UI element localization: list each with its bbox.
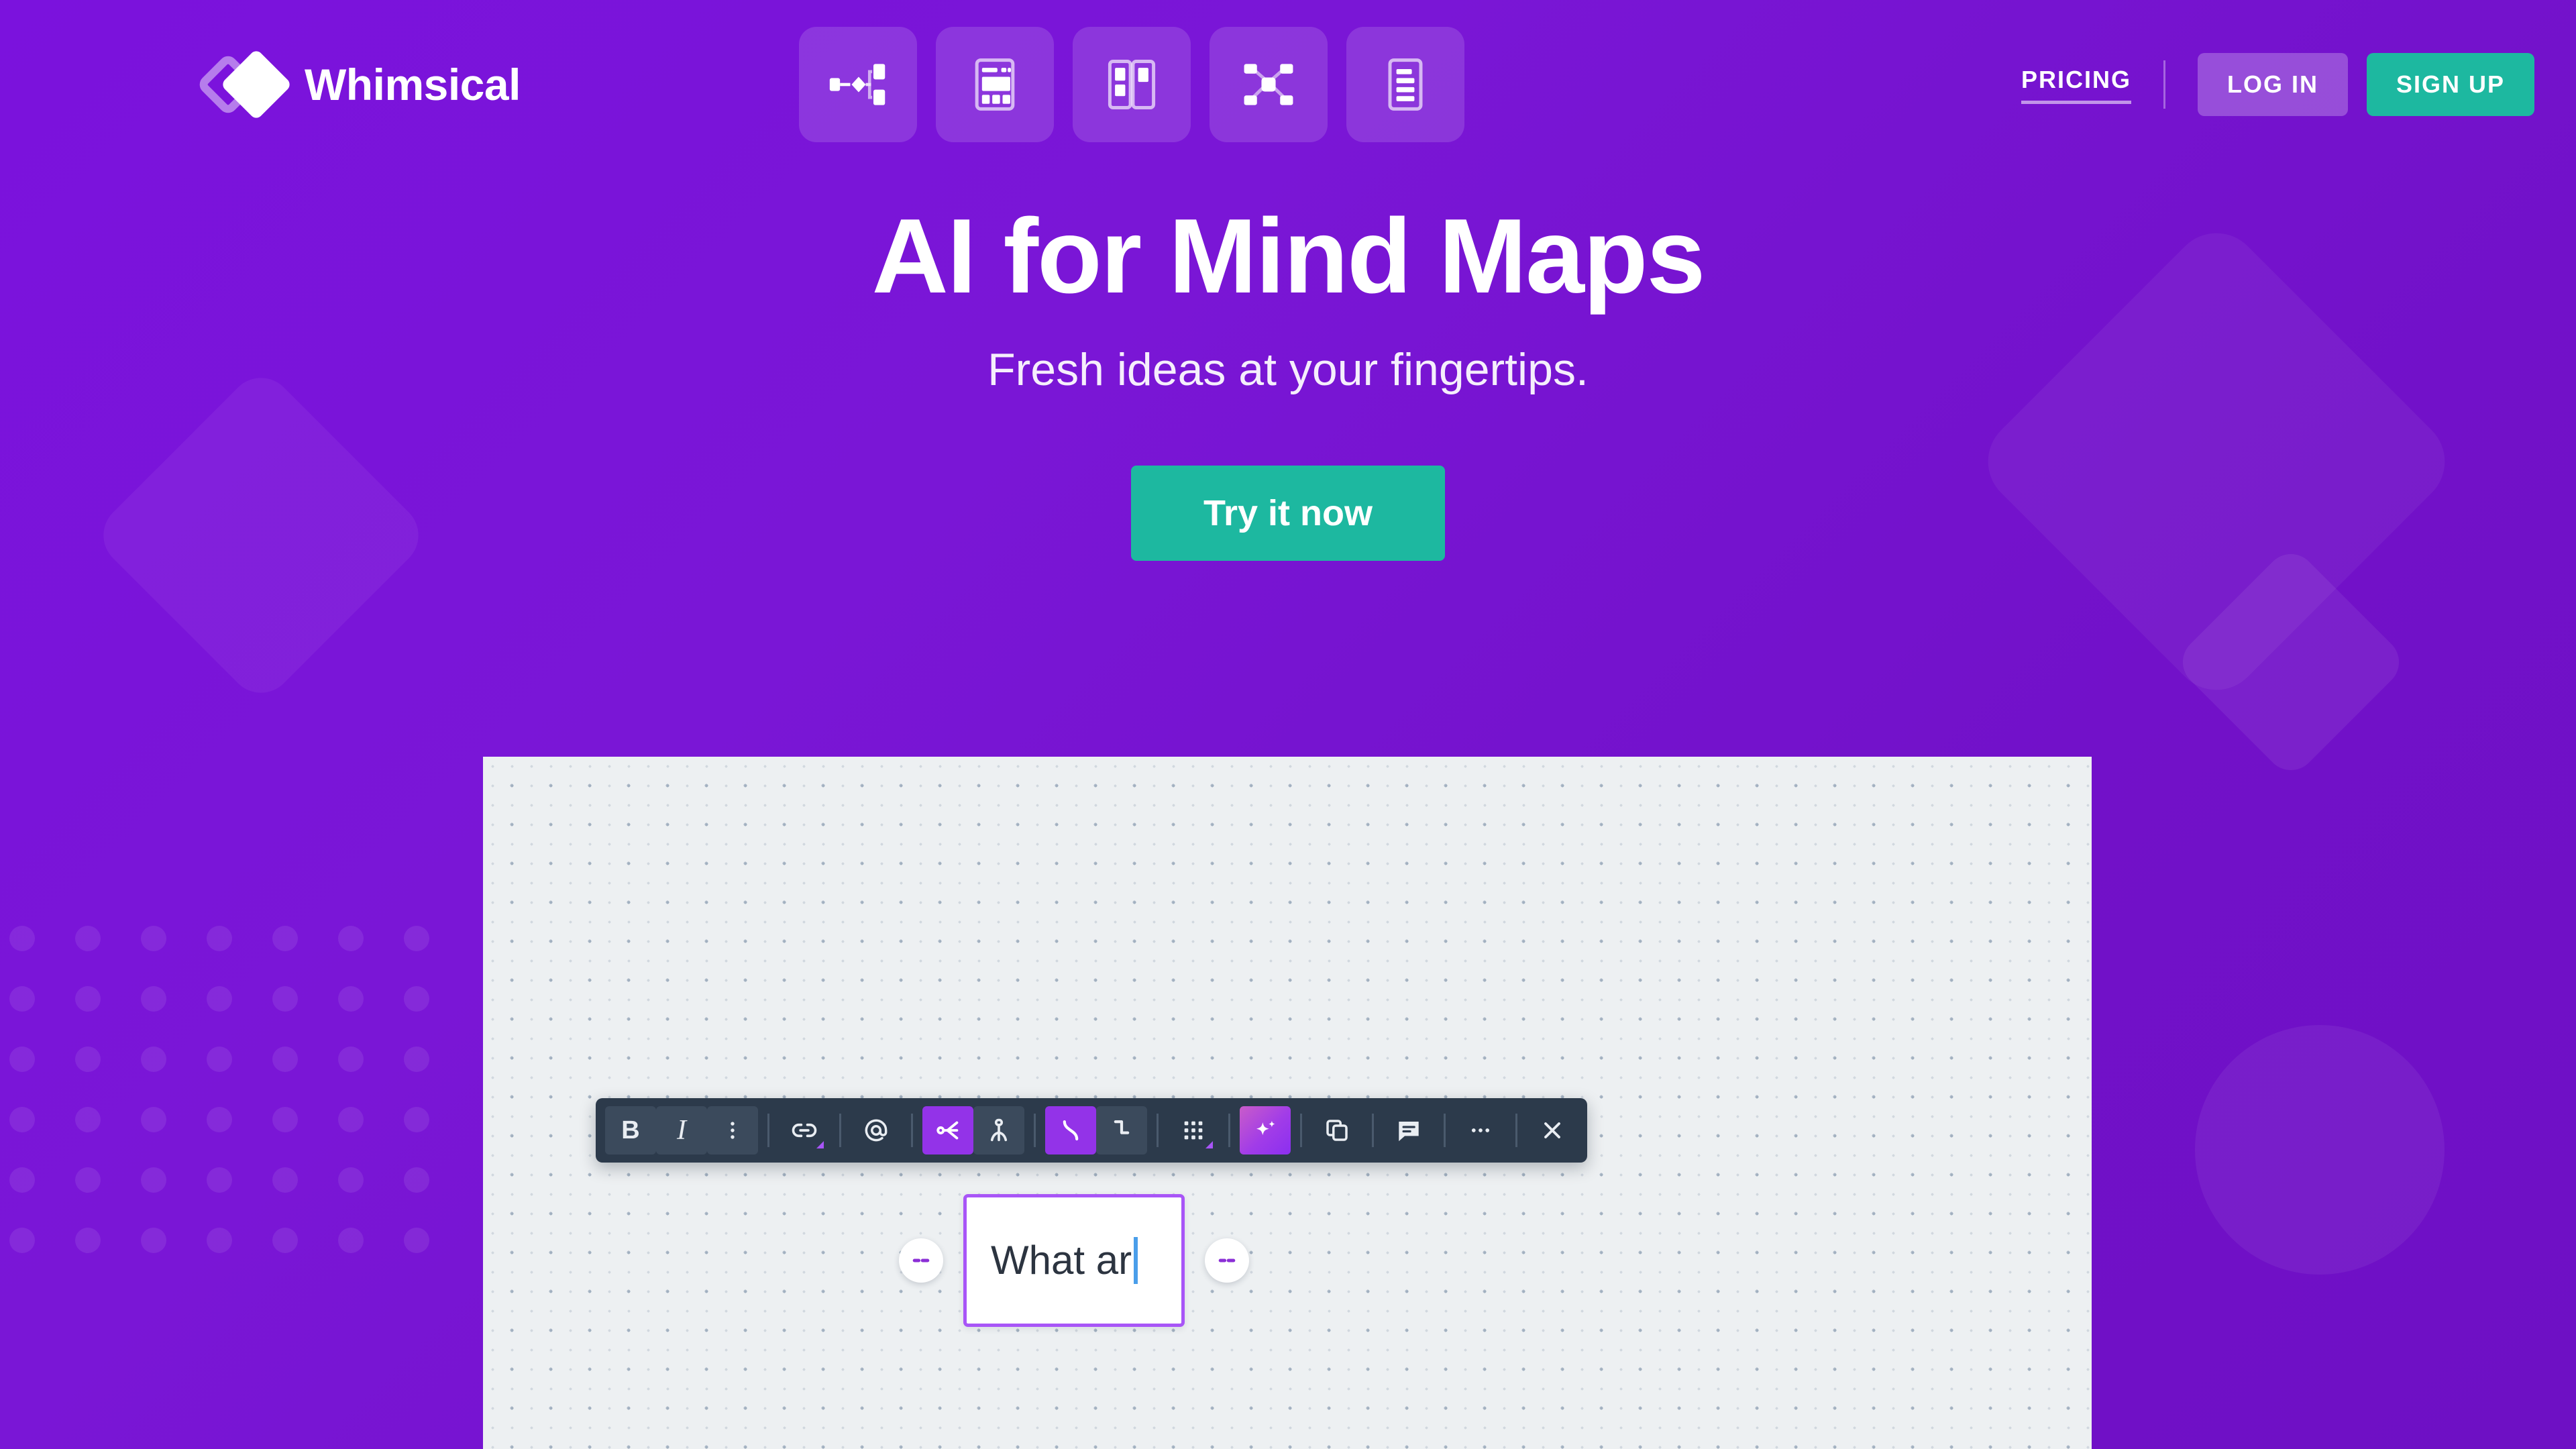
mind-map-icon <box>1238 54 1299 115</box>
toolbar-divider <box>1228 1114 1230 1147</box>
branch-split-icon <box>932 1115 963 1146</box>
comment-icon <box>1395 1116 1423 1144</box>
more-options-button[interactable] <box>1455 1106 1506 1155</box>
text-more-button[interactable] <box>707 1106 758 1155</box>
duplicate-button[interactable] <box>1311 1106 1362 1155</box>
product-nav <box>798 27 1464 142</box>
color-dropdown-indicator <box>1205 1141 1213 1148</box>
duplicate-icon <box>1323 1116 1351 1144</box>
toolbar-divider <box>1300 1114 1302 1147</box>
add-child-right-button[interactable] <box>1205 1238 1249 1283</box>
ai-sparkle-icon <box>1250 1116 1280 1145</box>
wireframe-icon <box>964 54 1026 115</box>
italic-button[interactable]: I <box>656 1106 707 1155</box>
pricing-link[interactable]: PRICING <box>2021 66 2131 104</box>
prod-nav-mind-maps[interactable] <box>1209 27 1328 142</box>
add-sibling-left-icon <box>909 1248 933 1273</box>
brand-name: Whimsical <box>305 60 521 109</box>
whimsical-diamond-logo-icon <box>195 48 292 121</box>
italic-icon: I <box>677 1115 686 1146</box>
close-toolbar-button[interactable] <box>1527 1106 1578 1155</box>
link-icon <box>790 1116 819 1145</box>
elbow-connector-button[interactable] <box>1096 1106 1147 1155</box>
page-title: AI for Mind Maps <box>871 197 1706 315</box>
ellipsis-icon <box>1468 1118 1493 1142</box>
bold-icon: B <box>621 1116 640 1144</box>
mind-map-node: What ar <box>899 1194 1249 1327</box>
at-mention-icon <box>861 1116 891 1145</box>
toolbar-divider <box>767 1114 769 1147</box>
curved-connector-icon <box>1056 1116 1085 1145</box>
decor-dot-grid <box>0 926 429 1301</box>
vertical-dots-icon <box>721 1119 744 1142</box>
node-context-toolbar: B I <box>596 1098 1587 1163</box>
toolbar-divider <box>1372 1114 1374 1147</box>
sign-up-button[interactable]: SIGN UP <box>2366 53 2534 116</box>
hero-subtitle: Fresh ideas at your fingertips. <box>987 343 1589 395</box>
docs-icon <box>1375 54 1436 115</box>
toolbar-divider <box>1157 1114 1159 1147</box>
prod-nav-docs[interactable] <box>1346 27 1464 142</box>
header-actions: PRICING LOG IN SIGN UP <box>2021 53 2534 116</box>
prod-nav-wireframes[interactable] <box>935 27 1054 142</box>
mention-button[interactable] <box>851 1106 902 1155</box>
flowchart-icon <box>827 54 889 115</box>
toolbar-divider <box>839 1114 841 1147</box>
text-caret <box>1134 1237 1138 1284</box>
add-sibling-left-button[interactable] <box>899 1238 943 1283</box>
log-in-button[interactable]: LOG IN <box>2197 53 2348 116</box>
decor-diamond-right-small <box>2172 543 2410 781</box>
brand-logo[interactable]: Whimsical <box>195 48 521 121</box>
toolbar-divider <box>911 1114 913 1147</box>
try-it-now-button[interactable]: Try it now <box>1130 465 1446 561</box>
comment-button[interactable] <box>1383 1106 1434 1155</box>
elbow-connector-icon <box>1107 1116 1136 1145</box>
hierarchy-button[interactable] <box>973 1106 1024 1155</box>
bold-button[interactable]: B <box>605 1106 656 1155</box>
sticky-notes-board-icon <box>1101 54 1163 115</box>
link-button[interactable] <box>779 1106 830 1155</box>
ai-button[interactable] <box>1240 1106 1291 1155</box>
curved-connector-button[interactable] <box>1045 1106 1096 1155</box>
color-grid-icon <box>1180 1117 1207 1144</box>
hero-section: AI for Mind Maps Fresh ideas at your fin… <box>0 201 2576 561</box>
person-hierarchy-icon <box>984 1116 1014 1145</box>
toolbar-divider <box>1034 1114 1036 1147</box>
prod-nav-flowcharts[interactable] <box>798 27 917 142</box>
add-child-right-icon <box>1215 1248 1239 1273</box>
node-text-input[interactable]: What ar <box>963 1194 1185 1327</box>
color-button[interactable] <box>1168 1106 1219 1155</box>
nav-divider <box>2163 60 2165 109</box>
toolbar-divider <box>1515 1114 1517 1147</box>
toolbar-divider <box>1444 1114 1446 1147</box>
branch-button[interactable] <box>922 1106 973 1155</box>
prod-nav-boards[interactable] <box>1072 27 1191 142</box>
close-icon <box>1539 1117 1566 1144</box>
node-text-value: What ar <box>991 1238 1132 1283</box>
site-header: Whimsical PRICING LOG IN SIGN UP <box>0 0 2576 169</box>
link-dropdown-indicator <box>816 1141 824 1148</box>
decor-circle-bottom-right <box>2195 1025 2445 1275</box>
